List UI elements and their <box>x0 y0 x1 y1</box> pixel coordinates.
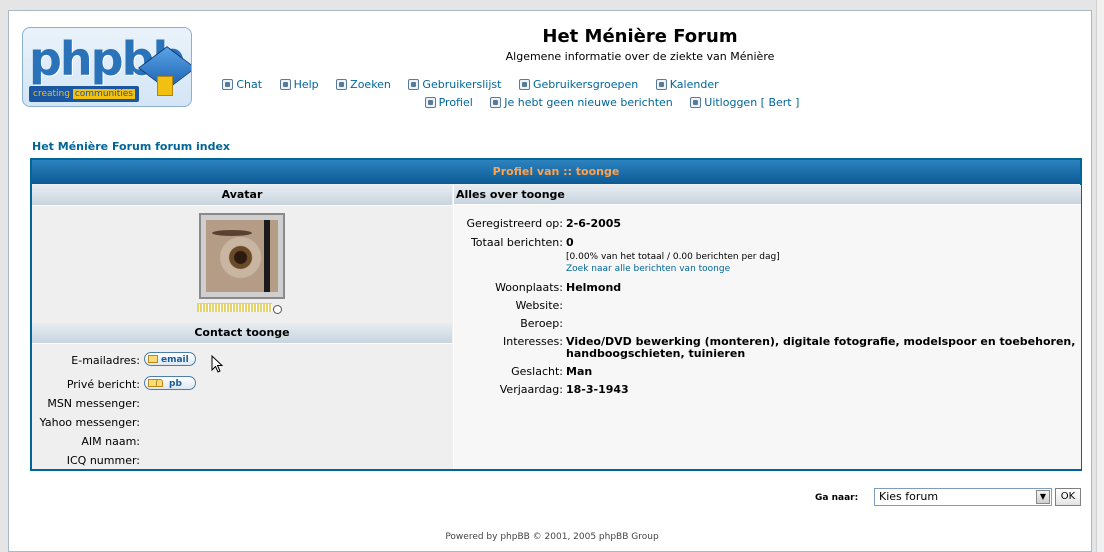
nav-logout[interactable]: Uitloggen [ Bert ] <box>690 96 799 109</box>
about-header: Alles over toonge <box>454 185 1081 205</box>
site-title: Het Ménière Forum <box>542 26 738 47</box>
nav-calendar[interactable]: Kalender <box>655 78 719 91</box>
phpbb-logo[interactable]: phpbb creating communities <box>22 27 192 107</box>
jump-label: Ga naar: <box>815 493 859 503</box>
footer-copyright: Powered by phpBB © 2001, 2005 phpBB Grou… <box>445 532 659 542</box>
help-icon <box>279 79 291 90</box>
posts-stats: [0.00% van het totaal / 0.00 berichten p… <box>566 252 780 262</box>
website-label: Website: <box>515 299 563 312</box>
interests-label: Interesses: <box>502 335 563 348</box>
nav-groups[interactable]: Gebruikersgroepen <box>518 78 639 91</box>
nav-chat[interactable]: Chat <box>222 78 262 91</box>
email-button-label: email <box>161 355 189 365</box>
profile-table: Profiel van :: toonge Avatar Contact too… <box>30 158 1082 471</box>
nav-label: Profiel <box>438 96 473 109</box>
search-user-posts-link[interactable]: Zoek naar alle berichten van toonge <box>566 264 730 274</box>
nav-label: Zoeken <box>350 78 391 91</box>
contact-msn-label: MSN messenger: <box>47 397 140 410</box>
profile-right-column: Alles over toonge Geregistreerd op: 2-6-… <box>453 185 1081 469</box>
jump-selected-value: Kies forum <box>879 490 939 503</box>
nav-label: Gebruikersgroepen <box>532 78 639 91</box>
rank-circle-icon <box>273 305 282 314</box>
memberlist-icon <box>408 79 420 90</box>
site-description: Algemene informatie over de ziekte van M… <box>505 50 775 63</box>
posts-value: 0 <box>566 236 574 249</box>
rank-image <box>197 303 272 312</box>
chat-icon <box>222 79 234 90</box>
avatar-image <box>206 220 278 292</box>
logout-icon <box>690 97 702 108</box>
groups-icon <box>518 79 530 90</box>
gender-value: Man <box>566 365 593 378</box>
nav-label: Help <box>293 78 319 91</box>
birthday-label: Verjaardag: <box>499 383 563 396</box>
breadcrumb-forum-index[interactable]: Het Ménière Forum forum index <box>32 140 230 153</box>
contact-email-label: E-mailadres: <box>71 354 140 367</box>
users-icon-2 <box>156 379 163 387</box>
profile-left-column: Avatar Contact toonge E-mailadres: email… <box>32 185 452 469</box>
nav-row-1: Chat Help Zoeken Gebruikerslijst Gebruik… <box>0 78 1104 91</box>
location-label: Woonplaats: <box>495 281 563 294</box>
avatar <box>199 213 285 299</box>
posts-label: Totaal berichten: <box>470 236 563 249</box>
contact-pm-label: Privé bericht: <box>66 378 140 391</box>
profile-title: Profiel van :: toonge <box>32 160 1080 184</box>
profile-icon <box>424 97 436 108</box>
avatar-header: Avatar <box>32 185 452 206</box>
chevron-down-icon[interactable]: ▼ <box>1036 490 1050 504</box>
jump-ok-button[interactable]: OK <box>1055 488 1081 506</box>
nav-label: Gebruikerslijst <box>422 78 502 91</box>
nav-help[interactable]: Help <box>279 78 319 91</box>
nav-label: Chat <box>236 78 263 91</box>
gender-label: Geslacht: <box>511 365 563 378</box>
contact-header: Contact toonge <box>32 323 452 344</box>
contact-icq-label: ICQ nummer: <box>66 454 140 467</box>
nav-label: Kalender <box>669 78 719 91</box>
pm-button[interactable]: pb <box>144 376 196 390</box>
contact-aim-label: AIM naam: <box>81 435 140 448</box>
search-icon <box>336 79 348 90</box>
pm-button-label: pb <box>169 379 182 389</box>
occupation-label: Beroep: <box>520 317 563 330</box>
nav-label: Je hebt geen nieuwe berichten <box>504 96 673 109</box>
location-value: Helmond <box>566 281 622 294</box>
calendar-icon <box>655 79 667 90</box>
contact-yahoo-label: Yahoo messenger: <box>39 416 140 429</box>
nav-memberlist[interactable]: Gebruikerslijst <box>408 78 501 91</box>
envelope-icon <box>148 355 158 363</box>
nav-row-2: Profiel Je hebt geen nieuwe berichten Ui… <box>0 96 1104 109</box>
registered-label: Geregistreerd op: <box>466 217 563 230</box>
nav-search[interactable]: Zoeken <box>336 78 391 91</box>
forum-jump-select[interactable]: Kies forum ▼ <box>874 488 1052 506</box>
nav-label: Uitloggen [ Bert ] <box>704 96 800 109</box>
nav-messages[interactable]: Je hebt geen nieuwe berichten <box>490 96 673 109</box>
birthday-value: 18-3-1943 <box>566 383 629 396</box>
nav-profile[interactable]: Profiel <box>424 96 473 109</box>
email-button[interactable]: email <box>144 352 196 366</box>
registered-value: 2-6-2005 <box>566 217 622 230</box>
interests-value-line2: handboogschieten, tuinieren <box>566 347 746 360</box>
messages-icon <box>490 97 502 108</box>
